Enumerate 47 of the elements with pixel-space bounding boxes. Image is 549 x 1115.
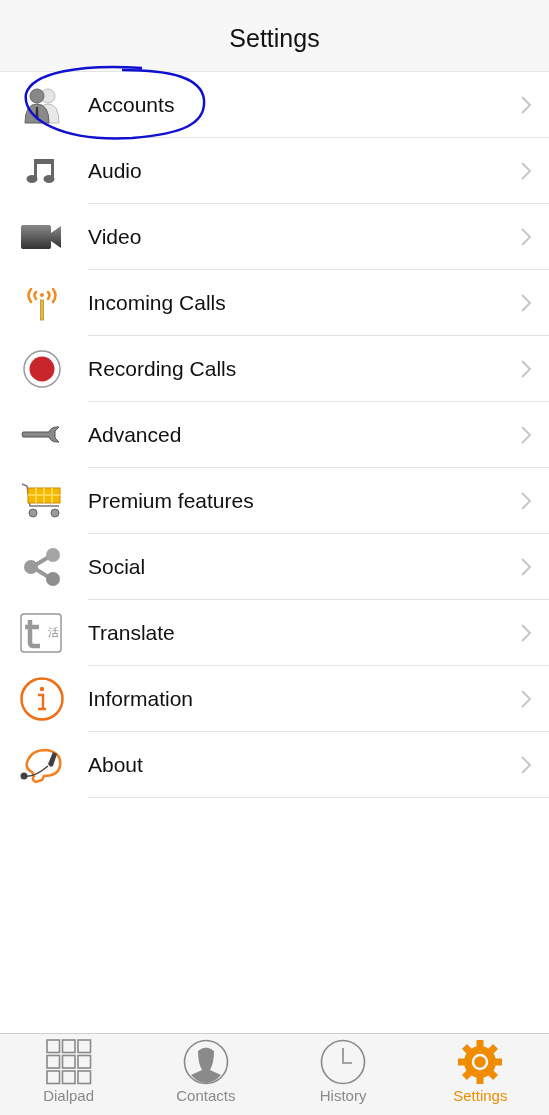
settings-item[interactable]: Social <box>0 534 549 600</box>
chevron-icon <box>521 161 531 180</box>
antenna-icon <box>25 285 59 321</box>
info-icon <box>20 677 64 721</box>
settings-item[interactable]: Incoming Calls <box>0 270 549 336</box>
share-icon <box>21 546 63 588</box>
translate-icon: 活 <box>20 613 64 653</box>
person-icon <box>182 1039 229 1085</box>
item-label: Premium features <box>88 488 254 513</box>
settings-item[interactable]: Video <box>0 204 549 270</box>
item-label: Social <box>88 554 146 579</box>
chevron-icon <box>521 623 531 642</box>
item-label: About <box>88 752 143 777</box>
video-camera-icon <box>21 224 63 250</box>
item-label: Translate <box>88 620 175 645</box>
item-label: Incoming Calls <box>88 290 226 315</box>
settings-item[interactable]: Recording Calls <box>0 336 549 402</box>
chevron-icon <box>521 689 531 708</box>
settings-item[interactable]: 活 Translate <box>0 600 549 666</box>
headset-logo-icon <box>20 746 64 784</box>
record-icon <box>23 350 61 388</box>
keypad-icon <box>45 1039 92 1085</box>
page-title: Settings <box>229 24 320 53</box>
shopping-cart-icon <box>21 482 63 520</box>
settings-item[interactable]: Advanced <box>0 402 549 468</box>
settings-icon <box>457 1039 504 1085</box>
item-label: Video <box>88 224 142 249</box>
chevron-icon <box>521 359 531 378</box>
item-label: Information <box>88 686 194 711</box>
chevron-icon <box>521 755 531 774</box>
item-label: Accounts <box>88 92 175 117</box>
chevron-icon <box>521 293 531 312</box>
chevron-icon <box>521 557 531 576</box>
chevron-icon <box>521 491 531 510</box>
chevron-icon <box>521 227 531 246</box>
item-label: Recording Calls <box>88 356 237 381</box>
chevron-icon <box>521 425 531 444</box>
chevron-icon <box>521 95 531 114</box>
settings-item[interactable]: Premium features <box>0 468 549 534</box>
clock-icon <box>320 1039 367 1085</box>
item-label: Audio <box>88 158 142 183</box>
settings-item[interactable]: Information <box>0 666 549 732</box>
settings-item[interactable]: Accounts <box>0 72 549 138</box>
settings-item[interactable]: About <box>0 732 549 798</box>
item-label: Advanced <box>88 422 182 447</box>
people-icon <box>22 85 62 125</box>
settings-item[interactable]: Audio <box>0 138 549 204</box>
